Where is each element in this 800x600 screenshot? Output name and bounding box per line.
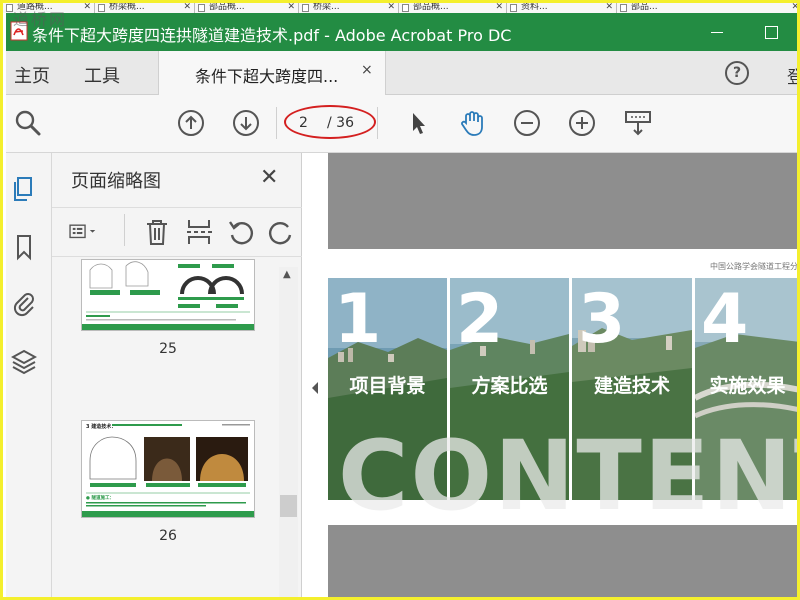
- page-thumbnail[interactable]: [81, 259, 255, 331]
- close-icon[interactable]: ✕: [387, 3, 395, 12]
- previous-page-icon[interactable]: [177, 109, 205, 137]
- thumbnail-list: 25 3 建造技术： ● 隧道施工： 26: [66, 259, 298, 597]
- sign-in-button[interactable]: 登: [787, 63, 797, 88]
- search-icon[interactable]: [14, 109, 42, 137]
- thumbnail-scrollbar[interactable]: ▲: [279, 267, 298, 597]
- panel-number: 1: [334, 280, 382, 359]
- document-icon: [98, 4, 105, 12]
- close-icon[interactable]: ✕: [495, 3, 503, 12]
- document-icon: [302, 4, 309, 12]
- thumbnail-heading: 3 建造技术：: [86, 423, 116, 430]
- tools-tab[interactable]: 工具: [84, 62, 120, 88]
- layers-icon[interactable]: [11, 347, 37, 375]
- background-tab-label: 部品概...: [413, 3, 449, 12]
- close-panel-icon[interactable]: ✕: [260, 165, 278, 190]
- collapse-panel-icon[interactable]: [309, 378, 321, 398]
- panel-label: 实施效果: [709, 375, 786, 397]
- bookmark-icon[interactable]: [11, 233, 37, 261]
- document-tab-label: 条件下超大跨度四...: [195, 67, 339, 86]
- next-page-icon[interactable]: [232, 109, 260, 137]
- rotate-right-icon[interactable]: [266, 217, 296, 247]
- panel-title: 页面缩略图: [71, 171, 161, 192]
- rotate-left-icon[interactable]: [226, 217, 256, 247]
- contents-panels: 1 项目背景 2 方案比选 3 建造技术 4 实施效果 CONTEN: [328, 278, 797, 532]
- hand-tool-icon[interactable]: [458, 109, 486, 137]
- close-tab-icon[interactable]: ×: [361, 62, 373, 78]
- document-viewport[interactable]: 中国公路学会隧道工程分 1 项目背景 2 方案比选 3 建造技术 4 实施效果 …: [328, 153, 798, 597]
- scroll-up-arrow[interactable]: ▲: [283, 269, 291, 280]
- panel-number: 4: [701, 280, 749, 359]
- background-tab-label: 桥梁概...: [109, 3, 145, 12]
- page-thumbnail-image: [82, 260, 254, 330]
- document-icon: [198, 4, 205, 12]
- thumbnail-page-number: 25: [159, 341, 177, 357]
- document-tab[interactable]: 条件下超大跨度四... ×: [158, 51, 386, 95]
- document-icon: [620, 4, 627, 12]
- extract-pages-icon[interactable]: [184, 217, 214, 247]
- help-icon[interactable]: ?: [725, 61, 749, 85]
- panel-label: 建造技术: [593, 375, 670, 397]
- panel-number: 3: [578, 280, 626, 359]
- taskbar-strip: 道路概... ✕ 桥梁概... ✕ 部品概... ✕ 桥梁... ✕ 部品概... ✕ 资…: [3, 3, 797, 13]
- contents-heading: CONTENTS: [338, 420, 797, 532]
- left-navigation-rail: [6, 153, 52, 597]
- toolbar: 2 / 36: [6, 95, 797, 153]
- scrollbar-thumb[interactable]: [280, 495, 297, 517]
- page-thumbnails-panel: 页面缩略图 ✕ 25 3 建造技术： ● 隧道施工： 26: [52, 153, 302, 597]
- window-title: 条件下超大跨度四连拱隧道建造技术.pdf - Adobe Acrobat Pro…: [32, 26, 512, 45]
- panel-label: 项目背景: [349, 375, 426, 397]
- page-header-text: 中国公路学会隧道工程分: [710, 262, 798, 271]
- page-thumbnails-icon[interactable]: [11, 175, 37, 203]
- background-tab[interactable]: 部品概... ✕: [399, 3, 507, 13]
- background-tab[interactable]: 资料... ✕: [507, 3, 617, 13]
- toolbar-separator: [124, 214, 125, 246]
- background-tab-label: 部品概...: [209, 3, 245, 12]
- panel-label: 方案比选: [471, 375, 548, 397]
- red-highlight-circle: [284, 105, 376, 139]
- minimize-button[interactable]: [706, 21, 728, 43]
- close-icon[interactable]: ✕: [791, 3, 797, 12]
- page-thumbnail[interactable]: 3 建造技术： ● 隧道施工：: [81, 420, 255, 518]
- watermark-logo: 道桥网: [13, 10, 68, 29]
- close-icon[interactable]: ✕: [183, 3, 191, 12]
- delete-icon[interactable]: [142, 217, 172, 247]
- background-tab[interactable]: 部品概... ✕: [195, 3, 299, 13]
- background-tab[interactable]: 桥梁... ✕: [299, 3, 399, 13]
- title-bar: 条件下超大跨度四连拱隧道建造技术.pdf - Adobe Acrobat Pro…: [6, 13, 797, 51]
- select-pointer-icon[interactable]: [404, 109, 432, 137]
- home-tab[interactable]: 主页: [14, 62, 50, 88]
- zoom-out-icon[interactable]: [513, 109, 541, 137]
- toolbar-separator: [276, 107, 277, 139]
- zoom-in-icon[interactable]: [568, 109, 596, 137]
- pdf-page: 中国公路学会隧道工程分 1 项目背景 2 方案比选 3 建造技术 4 实施效果 …: [328, 249, 798, 532]
- close-icon[interactable]: ✕: [605, 3, 613, 12]
- document-icon: [402, 4, 409, 12]
- thumbnail-caption: ● 隧道施工：: [86, 494, 114, 501]
- options-menu-icon[interactable]: [68, 217, 98, 247]
- attachment-icon[interactable]: [11, 289, 37, 317]
- panel-number: 2: [456, 280, 504, 359]
- background-tab[interactable]: 桥梁概... ✕: [95, 3, 195, 13]
- background-tab-label: 桥梁...: [313, 3, 340, 12]
- page-thumbnail-image: 3 建造技术： ● 隧道施工：: [82, 421, 254, 517]
- toolbar-separator: [377, 107, 378, 139]
- menu-bar: 主页 工具 条件下超大跨度四... × ? 登: [6, 51, 797, 95]
- document-icon: [6, 4, 13, 12]
- background-tab-label: 部品...: [631, 3, 658, 12]
- thumbnail-toolbar: [52, 207, 302, 257]
- close-icon[interactable]: ✕: [287, 3, 295, 12]
- document-icon: [510, 4, 517, 12]
- scroll-mode-icon[interactable]: [624, 109, 652, 137]
- close-icon[interactable]: ✕: [83, 3, 91, 12]
- maximize-button[interactable]: [760, 21, 782, 43]
- background-tab-label: 资料...: [521, 3, 548, 12]
- background-tab[interactable]: 部品... ✕: [617, 3, 797, 13]
- thumbnail-page-number: 26: [159, 528, 177, 544]
- acrobat-window: 道路概... ✕ 桥梁概... ✕ 部品概... ✕ 桥梁... ✕ 部品概... ✕ 资…: [0, 0, 800, 600]
